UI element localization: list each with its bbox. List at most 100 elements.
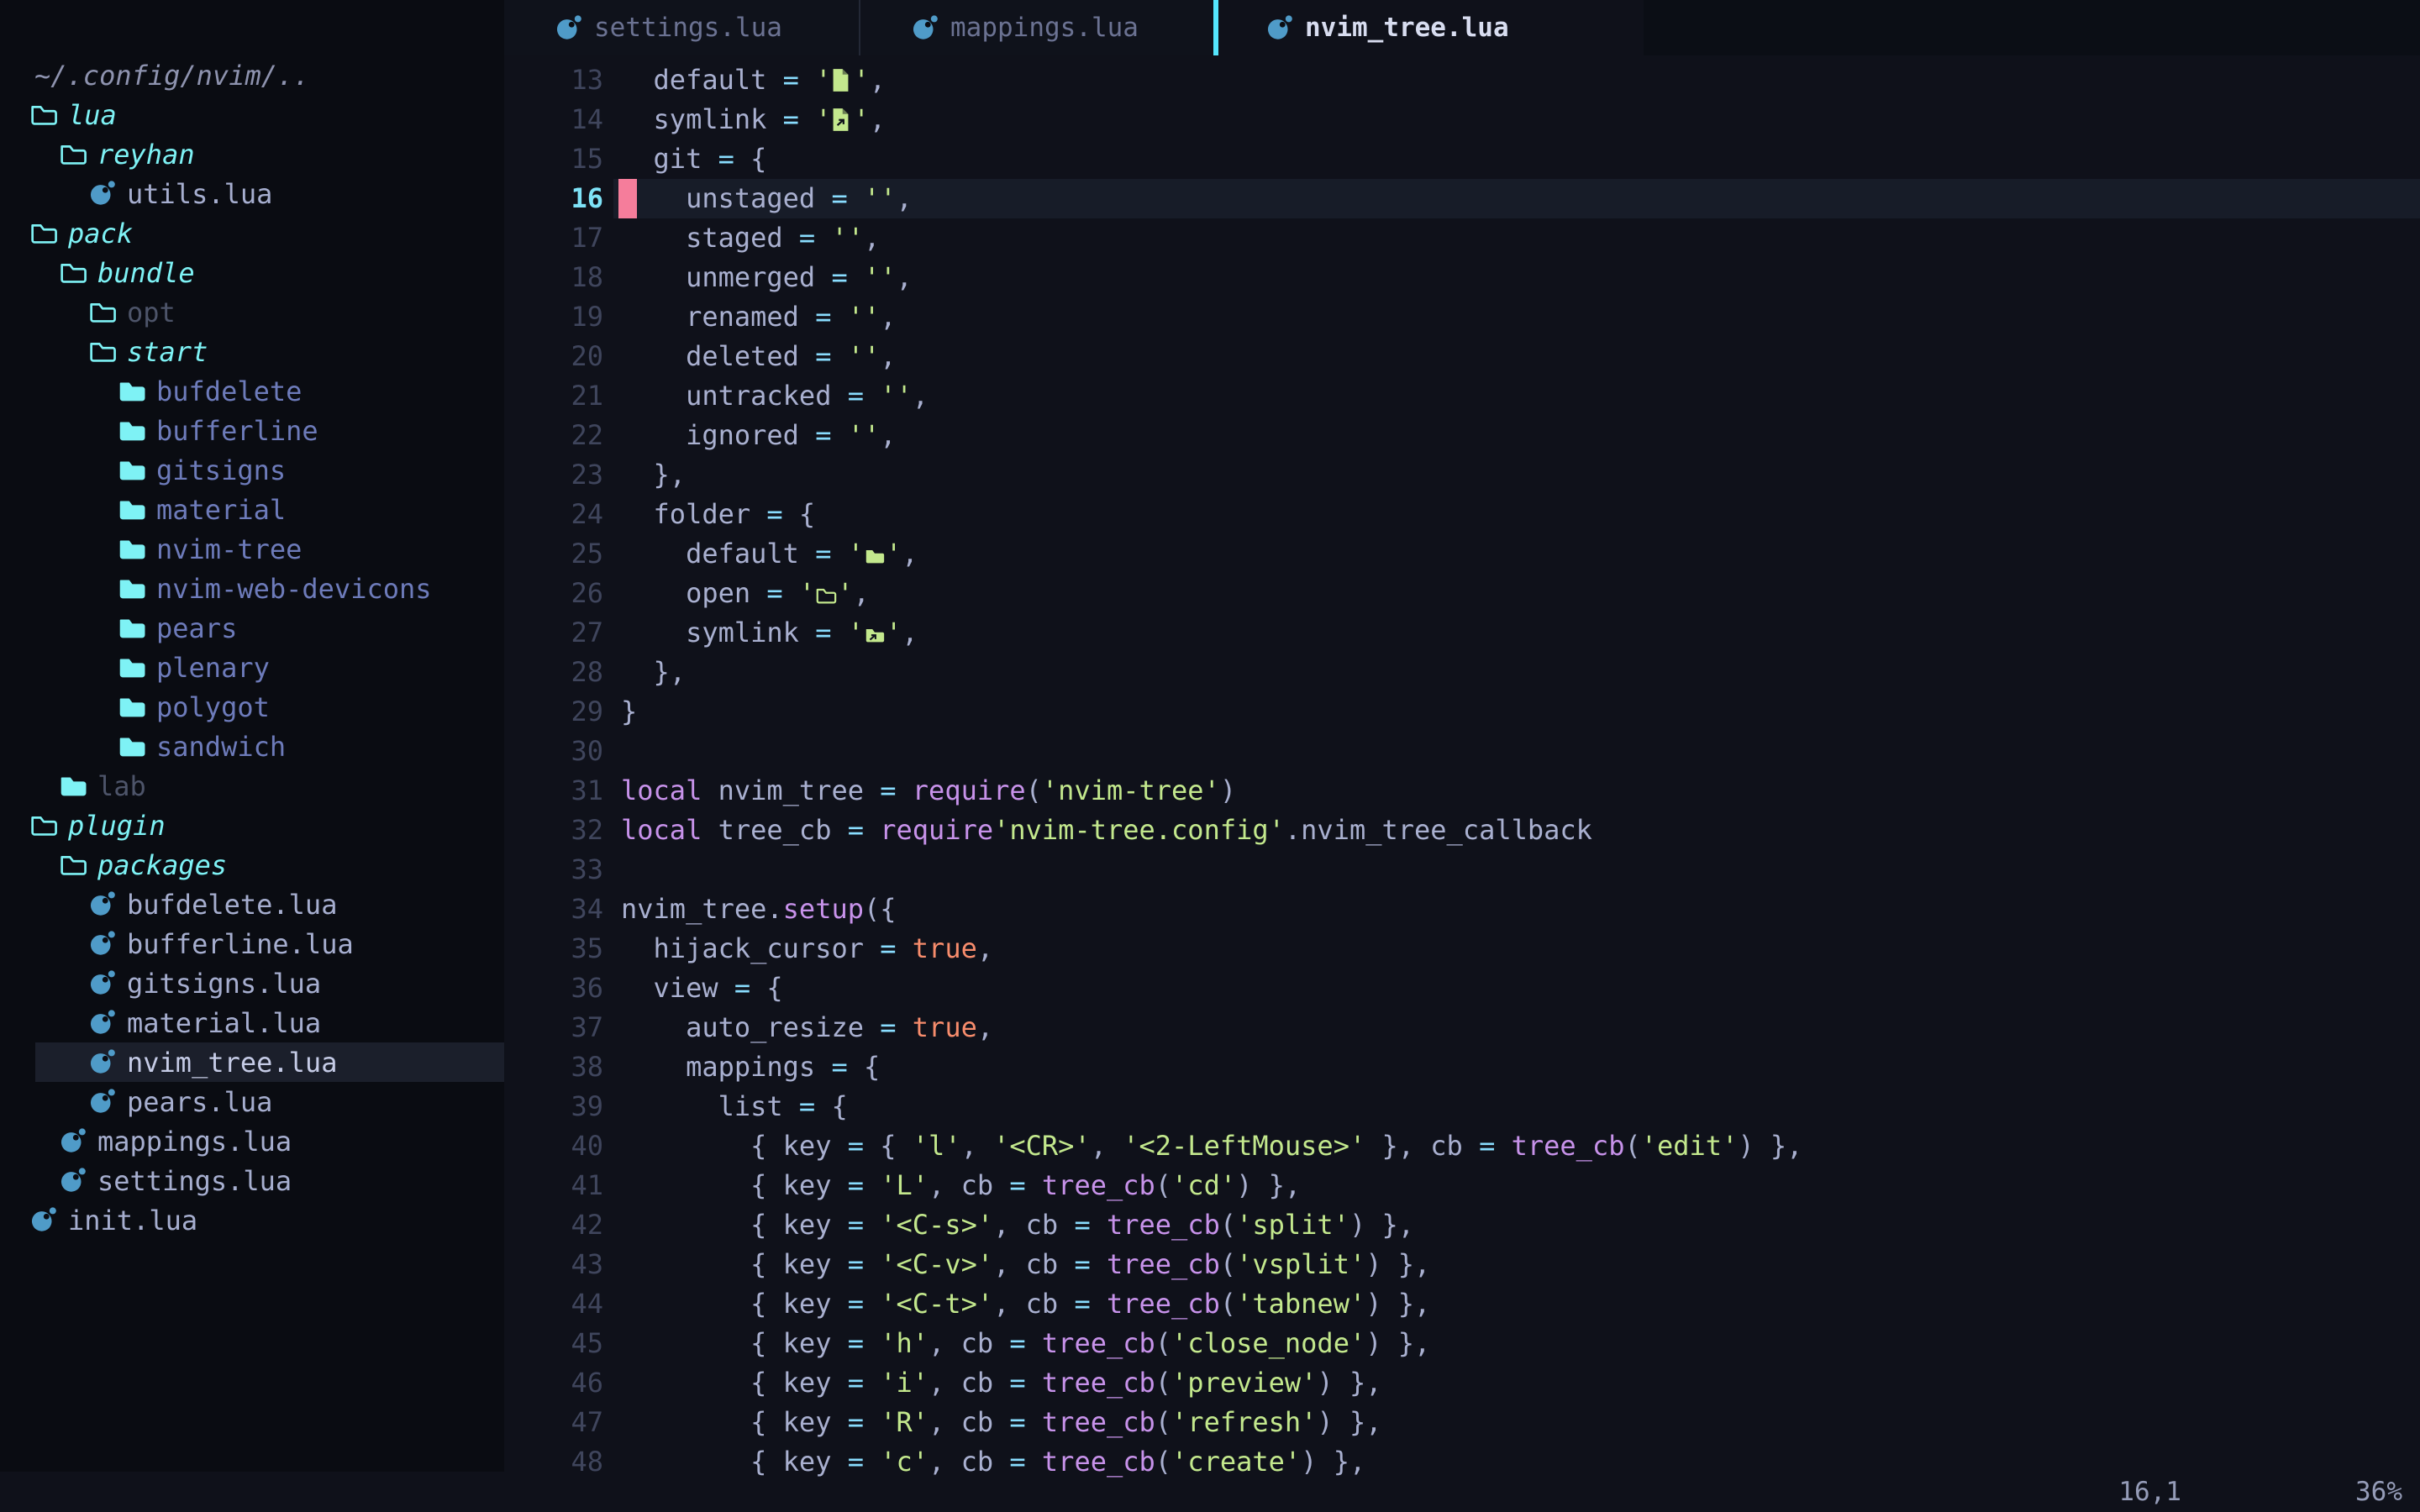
nvim-window: { "colors": { "background": "#0f111a", "… xyxy=(0,0,2420,1512)
line-number: 36 xyxy=(504,969,603,1008)
code-line-44[interactable]: 44 { key = '<C-t>', cb = tree_cb('tabnew… xyxy=(504,1284,2420,1324)
code-text: { key = 'R', cb = tree_cb('refresh') }, xyxy=(621,1403,1381,1442)
line-number: 44 xyxy=(504,1284,603,1324)
lua-file-icon xyxy=(1265,14,1293,42)
code-line-43[interactable]: 43 { key = '<C-v>', cb = tree_cb('vsplit… xyxy=(504,1245,2420,1284)
tree-item-sandwich[interactable]: sandwich xyxy=(0,727,504,766)
code-line-39[interactable]: 39 list = { xyxy=(504,1087,2420,1126)
code-line-42[interactable]: 42 { key = '<C-s>', cb = tree_cb('split'… xyxy=(504,1205,2420,1245)
tree-item-nvim-tree[interactable]: nvim-tree xyxy=(0,529,504,569)
code-line-13[interactable]: 13 default = '', xyxy=(504,60,2420,100)
tree-item-lua[interactable]: lua xyxy=(0,95,504,134)
lua-file-icon xyxy=(88,969,122,997)
code-text: { key = '<C-v>', cb = tree_cb('vsplit') … xyxy=(621,1245,1430,1284)
code-line-24[interactable]: 24 folder = { xyxy=(504,495,2420,534)
tab-settings.lua[interactable]: settings.lua xyxy=(504,0,859,55)
tree-root-path: ~/.config/nvim/.. xyxy=(34,60,310,92)
tree-item-bufferline.lua[interactable]: bufferline.lua xyxy=(0,924,504,963)
tree-item-bufferline[interactable]: bufferline xyxy=(0,411,504,450)
code-line-27[interactable]: 27 symlink = '', xyxy=(504,613,2420,653)
line-number: 35 xyxy=(504,929,603,969)
code-line-20[interactable]: 20 deleted = '', xyxy=(504,337,2420,376)
active-tab-indicator xyxy=(1213,0,1218,55)
code-line-41[interactable]: 41 { key = 'L', cb = tree_cb('cd') }, xyxy=(504,1166,2420,1205)
tree-item-lab[interactable]: lab xyxy=(0,766,504,806)
code-text: renamed = '', xyxy=(621,297,897,337)
code-text: } xyxy=(621,692,637,732)
code-line-18[interactable]: 18 unmerged = '', xyxy=(504,258,2420,297)
code-line-16[interactable]: 16 unstaged = '', xyxy=(504,179,2420,218)
lua-file-icon xyxy=(88,1048,122,1076)
folder-closed-icon xyxy=(118,458,151,482)
code-line-23[interactable]: 23 }, xyxy=(504,455,2420,495)
tree-item-opt[interactable]: opt xyxy=(0,292,504,332)
code-line-47[interactable]: 47 { key = 'R', cb = tree_cb('refresh') … xyxy=(504,1403,2420,1442)
tree-item-material[interactable]: material xyxy=(0,490,504,529)
code-line-28[interactable]: 28 }, xyxy=(504,653,2420,692)
tree-item-bundle[interactable]: bundle xyxy=(0,253,504,292)
editor-buffer[interactable]: 13 default = '',14 symlink = '',15 git =… xyxy=(504,55,2420,1512)
code-line-22[interactable]: 22 ignored = '', xyxy=(504,416,2420,455)
tree-item-utils.lua[interactable]: utils.lua xyxy=(0,174,504,213)
tree-item-settings.lua[interactable]: settings.lua xyxy=(0,1161,504,1200)
line-number: 48 xyxy=(504,1442,603,1482)
tree-item-plugin[interactable]: plugin xyxy=(0,806,504,845)
code-line-31[interactable]: 31local nvim_tree = require('nvim-tree') xyxy=(504,771,2420,811)
tree-item-mappings.lua[interactable]: mappings.lua xyxy=(0,1121,504,1161)
code-line-17[interactable]: 17 staged = '', xyxy=(504,218,2420,258)
code-line-15[interactable]: 15 git = { xyxy=(504,139,2420,179)
code-line-36[interactable]: 36 view = { xyxy=(504,969,2420,1008)
code-line-25[interactable]: 25 default = '', xyxy=(504,534,2420,574)
line-number: 24 xyxy=(504,495,603,534)
tree-item-label: reyhan xyxy=(97,139,195,171)
code-line-46[interactable]: 46 { key = 'i', cb = tree_cb('preview') … xyxy=(504,1363,2420,1403)
code-line-37[interactable]: 37 auto_resize = true, xyxy=(504,1008,2420,1047)
code-line-33[interactable]: 33 xyxy=(504,850,2420,890)
code-text: { key = '<C-s>', cb = tree_cb('split') }… xyxy=(621,1205,1414,1245)
tree-item-nvim-web-devicons[interactable]: nvim-web-devicons xyxy=(0,569,504,608)
code-line-14[interactable]: 14 symlink = '', xyxy=(504,100,2420,139)
tree-item-nvim_tree.lua[interactable]: nvim_tree.lua xyxy=(0,1042,504,1082)
tree-item-label: material.lua xyxy=(127,1007,321,1039)
folder-closed-icon xyxy=(118,497,151,522)
tree-item-reyhan[interactable]: reyhan xyxy=(0,134,504,174)
lua-file-icon xyxy=(88,1088,122,1116)
tree-item-init.lua[interactable]: init.lua xyxy=(0,1200,504,1240)
line-number: 38 xyxy=(504,1047,603,1087)
tree-item-packages[interactable]: packages xyxy=(0,845,504,885)
code-line-40[interactable]: 40 { key = { 'l', '<CR>', '<2-LeftMouse>… xyxy=(504,1126,2420,1166)
code-line-45[interactable]: 45 { key = 'h', cb = tree_cb('close_node… xyxy=(504,1324,2420,1363)
code-line-38[interactable]: 38 mappings = { xyxy=(504,1047,2420,1087)
code-line-19[interactable]: 19 renamed = '', xyxy=(504,297,2420,337)
tree-root[interactable]: ~/.config/nvim/.. xyxy=(0,55,504,95)
code-line-35[interactable]: 35 hijack_cursor = true, xyxy=(504,929,2420,969)
lua-file-icon xyxy=(88,930,122,958)
tree-item-bufdelete.lua[interactable]: bufdelete.lua xyxy=(0,885,504,924)
tree-item-gitsigns[interactable]: gitsigns xyxy=(0,450,504,490)
tree-item-pears[interactable]: pears xyxy=(0,608,504,648)
line-number: 33 xyxy=(504,850,603,890)
tree-item-label: nvim-tree xyxy=(156,533,302,565)
tree-item-polygot[interactable]: polygot xyxy=(0,687,504,727)
folder-closed-icon xyxy=(118,695,151,719)
tree-item-start[interactable]: start xyxy=(0,332,504,371)
code-line-34[interactable]: 34nvim_tree.setup({ xyxy=(504,890,2420,929)
tab-nvim_tree.lua[interactable]: nvim_tree.lua xyxy=(1213,0,1644,55)
tree-item-bufdelete[interactable]: bufdelete xyxy=(0,371,504,411)
tree-item-material.lua[interactable]: material.lua xyxy=(0,1003,504,1042)
code-text: { key = '<C-t>', cb = tree_cb('tabnew') … xyxy=(621,1284,1430,1324)
tree-item-gitsigns.lua[interactable]: gitsigns.lua xyxy=(0,963,504,1003)
code-text: symlink = '', xyxy=(621,613,918,653)
tab-mappings.lua[interactable]: mappings.lua xyxy=(859,0,1213,55)
code-line-29[interactable]: 29} xyxy=(504,692,2420,732)
code-line-32[interactable]: 32local tree_cb = require'nvim-tree.conf… xyxy=(504,811,2420,850)
code-line-30[interactable]: 30 xyxy=(504,732,2420,771)
line-number: 41 xyxy=(504,1166,603,1205)
tree-item-pack[interactable]: pack xyxy=(0,213,504,253)
code-line-21[interactable]: 21 untracked = '', xyxy=(504,376,2420,416)
code-line-26[interactable]: 26 open = '', xyxy=(504,574,2420,613)
tree-item-plenary[interactable]: plenary xyxy=(0,648,504,687)
tree-item-pears.lua[interactable]: pears.lua xyxy=(0,1082,504,1121)
line-number: 39 xyxy=(504,1087,603,1126)
tree-item-label: packages xyxy=(97,849,227,881)
